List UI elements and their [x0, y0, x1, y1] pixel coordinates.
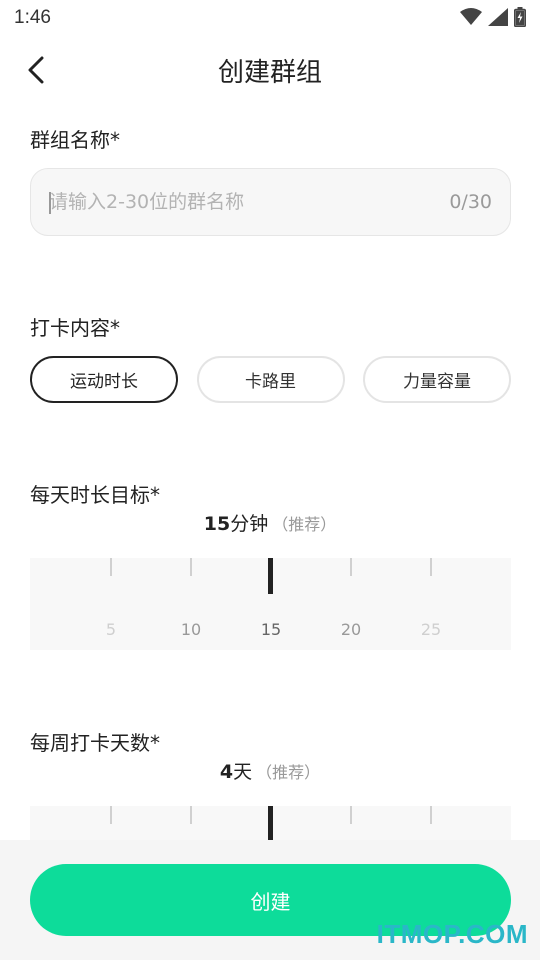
- ruler-tick: [110, 558, 112, 576]
- group-name-input[interactable]: [49, 169, 429, 235]
- ruler-label: 25: [420, 620, 442, 639]
- ruler-tick: [350, 806, 352, 824]
- bottom-bar: 创建 ITMOP.COM: [0, 840, 540, 960]
- group-name-label: 群组名称*: [30, 128, 120, 152]
- ruler-indicator: [268, 558, 273, 594]
- weekly-days-unit: 天: [233, 761, 253, 783]
- weekly-days-recommend: （推荐）: [256, 763, 321, 782]
- watermark: ITMOP.COM: [376, 919, 528, 949]
- char-count: 0/30: [449, 191, 492, 213]
- weekly-days-value: 4天 （推荐）: [0, 757, 540, 784]
- ruler-indicator: [268, 806, 273, 840]
- status-time: 1:46: [14, 7, 51, 28]
- ruler-tick: [350, 558, 352, 576]
- daily-goal-number: 15: [203, 513, 231, 535]
- page-title: 创建群组: [217, 58, 322, 88]
- status-bar: 1:46: [0, 0, 540, 36]
- ruler-label: 5: [105, 620, 117, 639]
- battery-icon: [514, 7, 526, 27]
- daily-goal-ruler[interactable]: 5 10 15 20 25: [30, 558, 511, 650]
- ruler-tick: [430, 806, 432, 824]
- ruler-label: 10: [180, 620, 202, 639]
- ruler-tick: [430, 558, 432, 576]
- ruler-tick: [190, 558, 192, 576]
- group-name-field[interactable]: 0/30: [30, 168, 511, 236]
- weekly-days-number: 4: [219, 761, 234, 783]
- ruler-tick: [190, 806, 192, 824]
- ruler-label: 20: [340, 620, 362, 639]
- daily-goal-recommend: （推荐）: [272, 515, 337, 534]
- daily-goal-unit: 分钟: [230, 513, 269, 535]
- checkin-content-label: 打卡内容*: [30, 316, 120, 340]
- checkin-content-options: 运动时长 卡路里 力量容量: [30, 356, 511, 403]
- input-caret: [49, 192, 51, 214]
- option-exercise-duration[interactable]: 运动时长: [30, 356, 178, 403]
- daily-goal-value: 15分钟 （推荐）: [0, 509, 540, 536]
- signal-icon: [488, 8, 508, 26]
- status-icons: [460, 7, 526, 27]
- ruler-label: 15: [260, 620, 282, 639]
- wifi-icon: [460, 8, 482, 25]
- weekly-days-label: 每周打卡天数*: [30, 731, 160, 755]
- weekly-days-ruler[interactable]: [30, 806, 511, 840]
- nav-bar: 创建群组: [0, 40, 540, 100]
- ruler-tick: [110, 806, 112, 824]
- daily-goal-label: 每天时长目标*: [30, 483, 160, 507]
- option-calories[interactable]: 卡路里: [196, 356, 345, 403]
- option-strength-volume[interactable]: 力量容量: [363, 356, 511, 403]
